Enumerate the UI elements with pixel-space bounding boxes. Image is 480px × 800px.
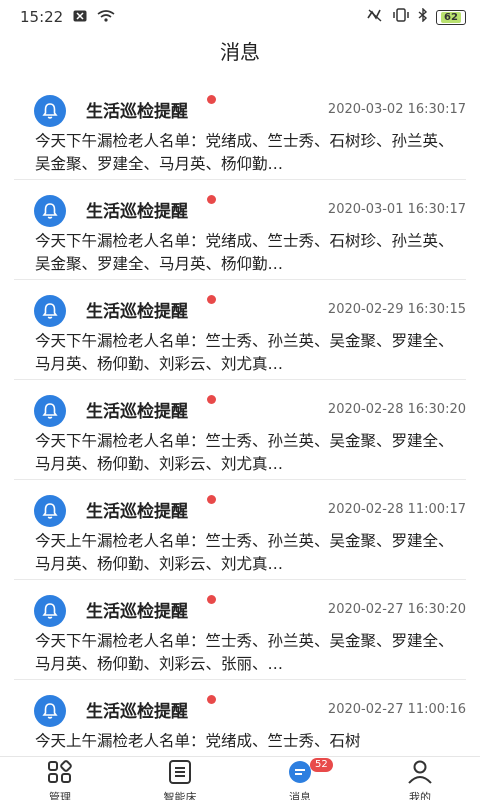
mute-icon [366,8,384,26]
unread-dot [207,195,216,204]
tab-smart-bed[interactable]: 智能床 [120,757,240,800]
message-time: 2020-02-29 16:30:15 [327,302,466,317]
message-title: 生活巡检提醒 [86,702,188,722]
status-bar: 15:22 62 [0,0,480,34]
message-title: 生活巡检提醒 [86,502,188,522]
bell-icon [34,395,66,427]
unread-dot [207,295,216,304]
page-title: 消息 [220,40,260,64]
bluetooth-icon [418,7,428,26]
unread-dot [207,595,216,604]
message-item[interactable]: 生活巡检提醒 2020-03-02 16:30:17 今天下午漏检老人名单：党绪… [14,80,466,180]
message-item[interactable]: 生活巡检提醒 2020-03-01 16:30:17 今天下午漏检老人名单：党绪… [14,180,466,280]
message-body: 今天下午漏检老人名单：竺士秀、孙兰英、吴金聚、罗建全、马月英、杨仰勤、刘彩云、刘… [35,432,454,473]
bell-icon [34,95,66,127]
bottom-tab-bar: 管理 智能床 52 消息 我的 [0,756,480,800]
message-time: 2020-03-02 16:30:17 [327,102,466,117]
message-time: 2020-03-01 16:30:17 [327,202,466,217]
bell-icon [34,195,66,227]
vibrate-icon [392,8,410,26]
message-title: 生活巡检提醒 [86,102,188,122]
bell-icon [34,595,66,627]
tab-label: 管理 [49,791,71,800]
clipboard-icon [166,760,194,788]
message-time: 2020-02-28 11:00:17 [327,502,466,517]
wifi-icon [97,8,115,26]
message-body: 今天下午漏检老人名单：竺士秀、孙兰英、吴金聚、罗建全、马月英、杨仰勤、刘彩云、刘… [35,332,454,373]
message-item[interactable]: 生活巡检提醒 2020-02-28 11:00:17 今天上午漏检老人名单：竺士… [14,480,466,580]
message-time: 2020-02-28 16:30:20 [327,402,466,417]
unread-dot [207,95,216,104]
message-body: 今天下午漏检老人名单：党绪成、竺士秀、石树珍、孙兰英、吴金聚、罗建全、马月英、杨… [35,132,454,173]
grid-icon [46,760,74,788]
unread-dot [207,495,216,504]
person-icon [406,760,434,788]
message-item[interactable]: 生活巡检提醒 2020-02-29 16:30:15 今天下午漏检老人名单：竺士… [14,280,466,380]
battery-level: 62 [441,11,461,23]
message-title: 生活巡检提醒 [86,402,188,422]
message-title: 生活巡检提醒 [86,602,188,622]
message-title: 生活巡检提醒 [86,302,188,322]
notification-icon [73,8,87,26]
bell-icon [34,295,66,327]
unread-dot [207,695,216,704]
battery-indicator: 62 [436,9,466,25]
message-time: 2020-02-27 16:30:20 [327,602,466,617]
tab-label: 智能床 [163,791,197,800]
message-title: 生活巡检提醒 [86,202,188,222]
unread-count-badge: 52 [310,758,333,772]
message-body: 今天下午漏检老人名单：竺士秀、孙兰英、吴金聚、罗建全、马月英、杨仰勤、刘彩云、张… [35,632,454,673]
tab-management[interactable]: 管理 [0,757,120,800]
message-body: 今天上午漏检老人名单：竺士秀、孙兰英、吴金聚、罗建全、马月英、杨仰勤、刘彩云、刘… [35,532,454,573]
bell-icon [34,495,66,527]
message-time: 2020-02-27 11:00:16 [327,702,466,717]
message-body: 今天上午漏检老人名单：党绪成、竺士秀、石树 [35,732,361,750]
message-item[interactable]: 生活巡检提醒 2020-02-28 16:30:20 今天下午漏检老人名单：竺士… [14,380,466,480]
bell-icon [34,695,66,727]
tab-label: 消息 [289,791,311,800]
status-time: 15:22 [20,8,64,26]
tab-messages[interactable]: 52 消息 [240,757,360,800]
unread-dot [207,395,216,404]
message-item[interactable]: 生活巡检提醒 2020-02-27 16:30:20 今天下午漏检老人名单：竺士… [14,580,466,680]
tab-label: 我的 [409,791,431,800]
message-item[interactable]: 生活巡检提醒 2020-02-27 11:00:16 今天上午漏检老人名单：党绪… [14,680,466,756]
tab-mine[interactable]: 我的 [360,757,480,800]
message-list[interactable]: 生活巡检提醒 2020-03-02 16:30:17 今天下午漏检老人名单：党绪… [0,80,480,756]
message-body: 今天下午漏检老人名单：党绪成、竺士秀、石树珍、孙兰英、吴金聚、罗建全、马月英、杨… [35,232,454,273]
